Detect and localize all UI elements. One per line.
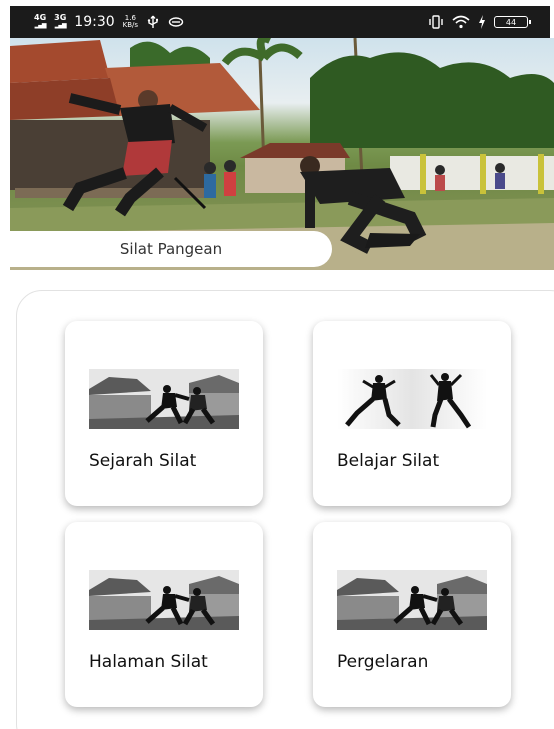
battery-level: 44 [505,17,517,27]
hero-title: Silat Pangean [119,240,223,258]
status-time: 19:30 [74,14,115,30]
temple-fighters-image [337,570,487,630]
menu-card-halaman-silat[interactable]: Halaman Silat [65,522,263,707]
vibrate-icon [429,15,443,29]
network-4g-label: 4G [34,13,47,22]
menu-card-pergelaran[interactable]: Pergelaran [313,522,511,707]
menu-card-label: Sejarah Silat [89,451,197,471]
usb-icon [147,15,159,28]
menu-card-label: Pergelaran [337,652,429,672]
menu-card-sejarah-silat[interactable]: Sejarah Silat [65,321,263,506]
menu-card-belajar-silat[interactable]: Belajar Silat [313,321,511,506]
signal-bars-icon: ▂▄▆ [34,22,47,29]
menu-card-label: Halaman Silat [89,652,208,672]
network-4g-indicator: 4G ▂▄▆ [34,14,46,30]
app-screen: 4G ▂▄▆ 3G ▂▄▆ 19:30 1.6 KB/s 44 Silat Pa… [0,0,554,729]
network-speed-unit: KB/s [122,21,139,29]
network-speed: 1.6 KB/s [123,15,138,29]
menu-card-label: Belajar Silat [337,451,440,471]
temple-fighters-image [89,570,239,630]
battery-icon: 44 [494,16,531,28]
status-bar: 4G ▂▄▆ 3G ▂▄▆ 19:30 1.6 KB/s 44 [10,6,550,38]
charging-icon [479,15,485,29]
status-left: 4G ▂▄▆ 3G ▂▄▆ 19:30 1.6 KB/s [34,14,184,30]
network-3g-indicator: 3G ▂▄▆ [54,14,66,30]
signal-bars-icon: ▂▄▆ [54,22,67,29]
hero-title-pill: Silat Pangean [10,231,332,267]
menu-panel: Sejarah Silat Belajar Silat Halaman Sila… [16,290,554,729]
fighters-silhouette-image [337,369,487,429]
network-3g-label: 3G [54,13,67,22]
hero-banner: Silat Pangean [10,38,554,270]
wifi-icon [452,15,470,29]
status-right: 44 [428,15,531,29]
link-icon [168,17,184,27]
temple-fighters-image [89,369,239,429]
